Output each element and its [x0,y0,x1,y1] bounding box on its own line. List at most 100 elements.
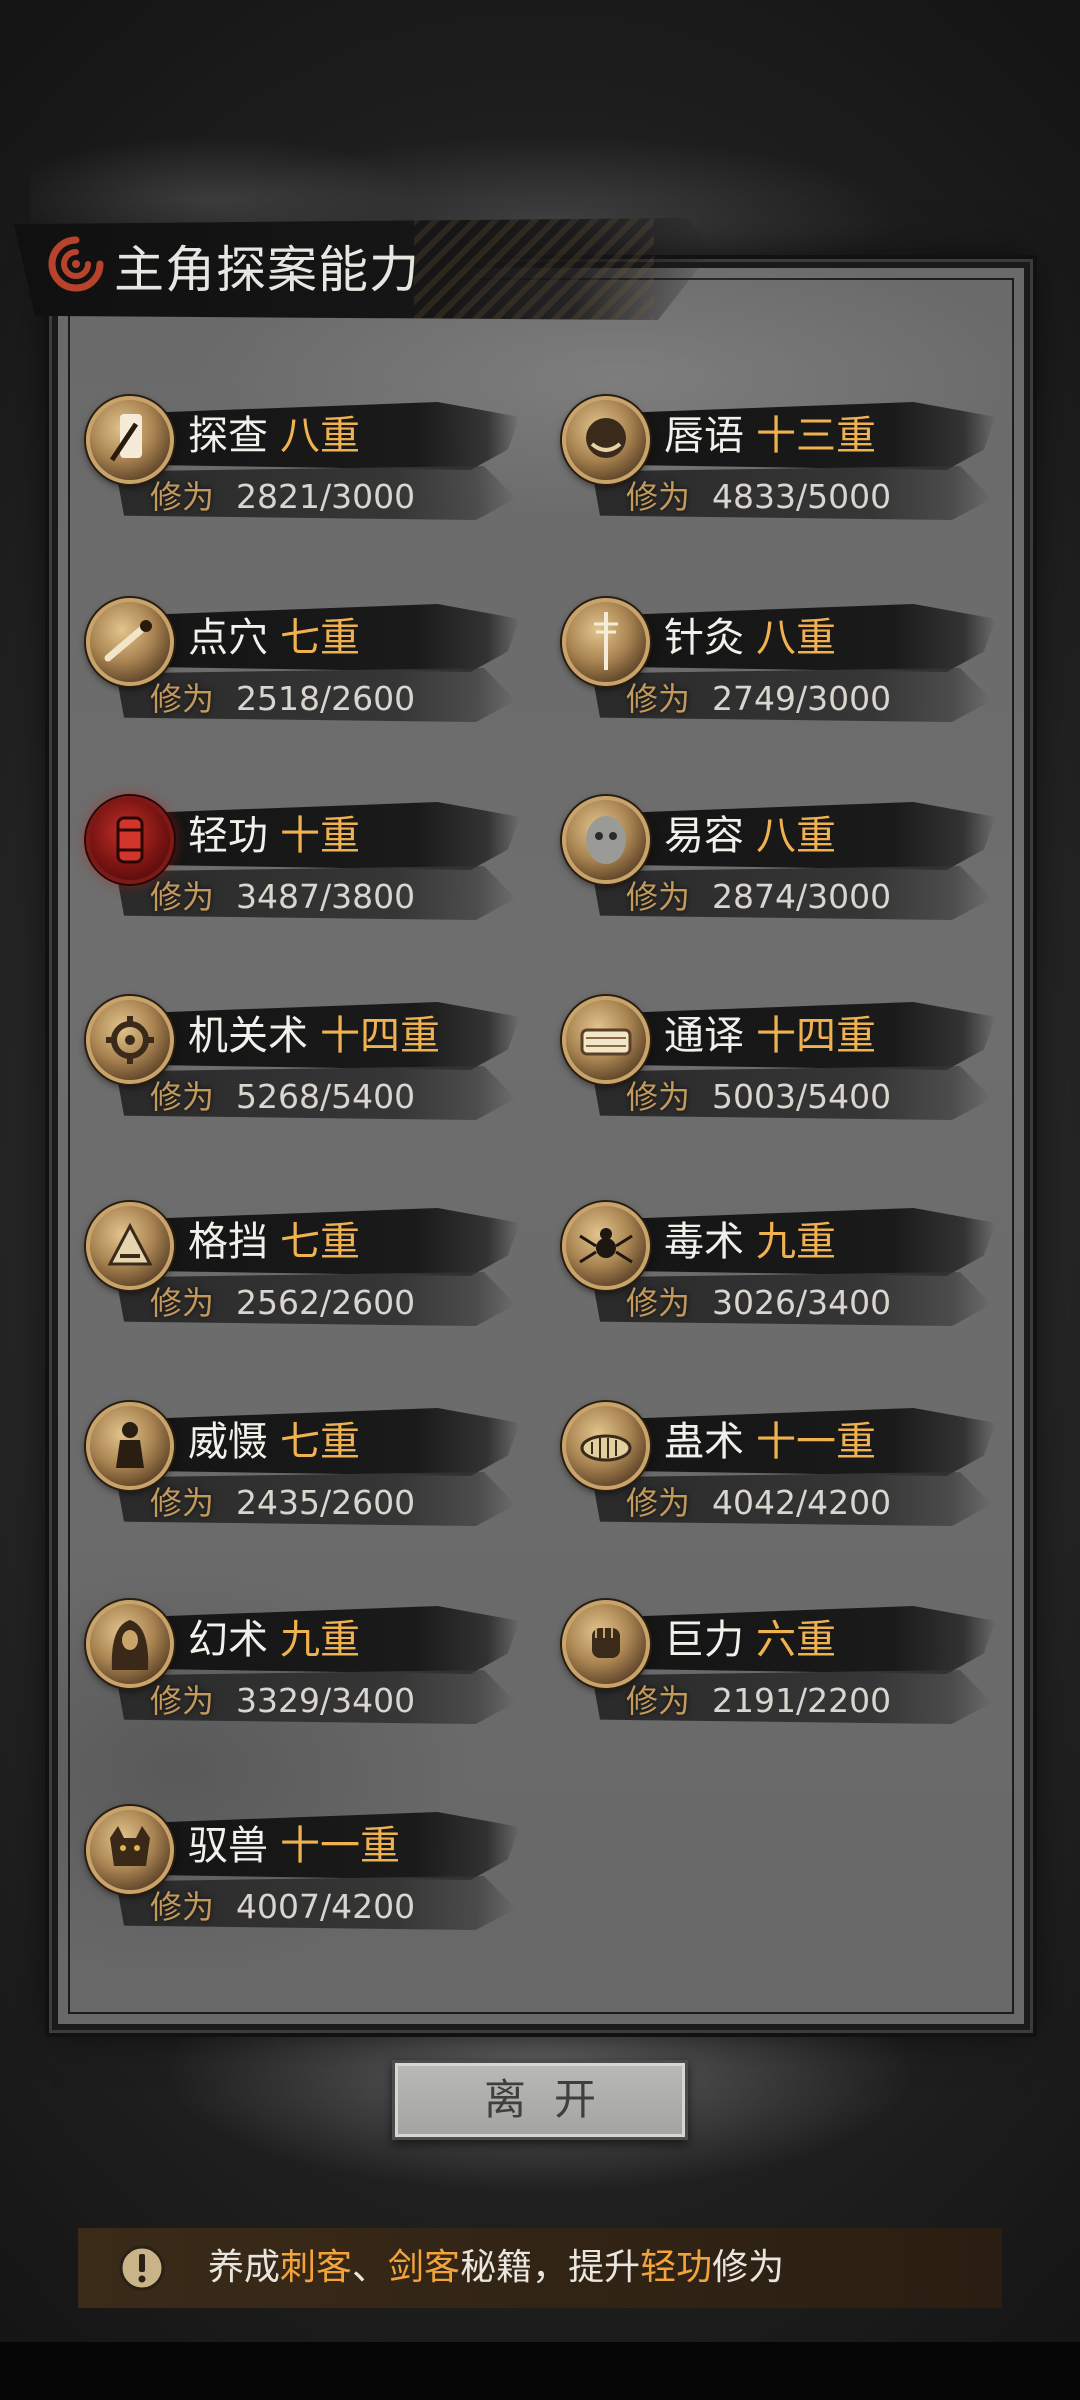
skill-card[interactable]: 点穴 七重修为 2518/2600 [86,598,526,728]
red-lantern-icon [86,796,174,884]
skill-level: 十三重 [756,413,876,459]
skill-level: 七重 [280,1219,360,1265]
cultivation-value: 2191/2200 [712,1681,892,1720]
mask-icon [562,796,650,884]
finger-strike-icon [86,598,174,686]
skill-name: 威慑 七重 [188,1416,360,1468]
skill-label: 格挡 [188,1219,268,1265]
skill-level: 十一重 [756,1419,876,1465]
skill-level: 六重 [756,1617,836,1663]
skill-level: 八重 [756,813,836,859]
skill-label: 轻功 [188,813,268,859]
skill-label: 通译 [664,1013,744,1059]
skill-label: 探查 [188,413,268,459]
leave-button-label: 离开 [483,2075,624,2124]
spider-icon [562,1202,650,1290]
cultivation-value: 2435/2600 [236,1483,416,1522]
skill-level: 十重 [280,813,360,859]
cultivation-value: 4007/4200 [236,1887,416,1926]
skill-card[interactable]: 蛊术 十一重修为 4042/4200 [562,1402,1002,1532]
hooded-figure-icon [86,1600,174,1688]
cultivation-label: 修为 [626,878,691,916]
hint-text: 养成刺客、剑客秘籍，提升轻功修为 [208,2228,784,2308]
skill-card[interactable]: 通译 十四重 修为 5003/5400 [562,996,1002,1126]
hint-part: 秘籍，提升 [460,2247,641,2288]
skill-label: 易容 [664,813,744,859]
face-icon [562,396,650,484]
cultivation-label: 修为 [150,680,215,718]
skill-level: 八重 [280,413,360,459]
skill-card[interactable]: 易容 八重修为 2874/3000 [562,796,1002,926]
needle-icon [562,598,650,686]
skill-level: 七重 [280,1419,360,1465]
skill-level: 十四重 [756,1013,876,1059]
beast-icon [86,1806,174,1894]
cultivation-value: 2518/2600 [236,679,416,718]
cultivation-label: 修为 [150,1078,215,1116]
cultivation-value: 4833/5000 [712,477,892,516]
cultivation-label: 修为 [150,1284,215,1322]
cultivation-label: 修为 [626,478,691,516]
skill-label: 针灸 [664,615,744,661]
cultivation-label: 修为 [626,1682,691,1720]
hint-highlight-qinggong: 轻功 [640,2247,713,2288]
skill-card[interactable]: 威慑 七重修为 2435/2600 [86,1402,526,1532]
warrior-icon [86,1402,174,1490]
hint-part: 修为 [712,2247,785,2288]
skill-name: 针灸 八重 [664,612,836,664]
hint-part: 、 [352,2247,389,2288]
skill-level: 九重 [280,1617,360,1663]
hint-part: 养成 [208,2247,281,2288]
skill-name: 探查 八重 [188,410,360,462]
cultivation-label: 修为 [626,1484,691,1522]
skill-label: 驭兽 [188,1823,268,1869]
skill-card[interactable]: 巨力 六重修为 2191/2200 [562,1600,1002,1730]
skill-card[interactable]: 幻术 九重 修为 3329/3400 [86,1600,526,1730]
skill-level: 九重 [756,1219,836,1265]
skill-level: 十一重 [280,1823,400,1869]
shield-arm-icon [86,1202,174,1290]
page-title: 主角探案能力 [114,241,420,299]
skill-label: 蛊术 [664,1419,744,1465]
brush-scroll-icon [86,396,174,484]
cultivation-label: 修为 [626,680,691,718]
skill-label: 毒术 [664,1219,744,1265]
cultivation-value: 5268/5400 [236,1077,416,1116]
scroll-icon [562,996,650,1084]
cultivation-value: 2821/3000 [236,477,416,516]
cultivation-value: 2749/3000 [712,679,892,718]
hint-bar: 养成刺客、剑客秘籍，提升轻功修为 [78,2228,1002,2308]
skill-label: 威慑 [188,1419,268,1465]
cultivation-value: 5003/5400 [712,1077,892,1116]
skill-name: 轻功 十重 [188,810,360,862]
skill-card[interactable]: 探查 八重修为 2821/3000 [86,396,526,526]
skill-card[interactable]: 针灸 八重修为 2749/3000 [562,598,1002,728]
skill-label: 幻术 [188,1617,268,1663]
skill-card[interactable]: 机关术 十四重 修为 5268/5400 [86,996,526,1126]
skill-card[interactable]: 轻功 十重 修为 3487/3800 [86,796,526,926]
skill-name: 毒术 九重 [664,1216,836,1268]
cultivation-value: 2874/3000 [712,877,892,916]
cultivation-label: 修为 [150,1682,215,1720]
leave-button[interactable]: 离开 [392,2060,688,2140]
cultivation-value: 4042/4200 [712,1483,892,1522]
cultivation-value: 3487/3800 [236,877,416,916]
swirl-logo-icon [48,236,104,292]
cultivation-value: 2562/2600 [236,1283,416,1322]
hint-highlight-assassin: 刺客 [280,2247,353,2288]
skill-level: 十四重 [320,1013,440,1059]
cultivation-label: 修为 [626,1284,691,1322]
cultivation-label: 修为 [150,478,215,516]
skill-card[interactable]: 唇语 十三重修为 4833/5000 [562,396,1002,526]
bottom-bar [0,2342,1080,2400]
skill-card[interactable]: 毒术 九重 修为 3026/3400 [562,1202,1002,1332]
ability-panel [52,262,1030,2030]
cultivation-label: 修为 [150,1484,215,1522]
skill-label: 点穴 [188,615,268,661]
skill-level: 七重 [280,615,360,661]
skill-card[interactable]: 格挡 七重修为 2562/2600 [86,1202,526,1332]
skill-name: 巨力 六重 [664,1614,836,1666]
hint-highlight-swordsman: 剑客 [388,2247,461,2288]
skill-label: 唇语 [664,413,744,459]
skill-card[interactable]: 驭兽 十一重 修为 4007/4200 [86,1806,526,1936]
